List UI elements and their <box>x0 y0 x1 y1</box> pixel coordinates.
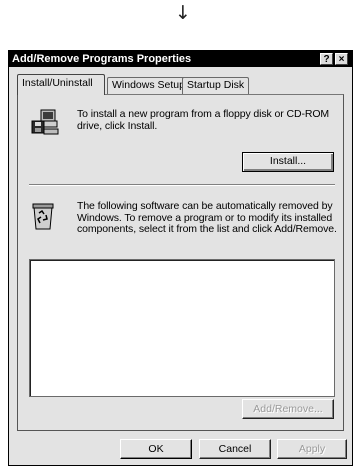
apply-button-label: Apply <box>298 443 326 455</box>
install-button-label: Install... <box>269 155 307 167</box>
tab-label: Startup Disk <box>187 79 245 91</box>
ok-button-label: OK <box>148 443 164 455</box>
cancel-button[interactable]: Cancel <box>199 439 271 459</box>
ok-button[interactable]: OK <box>120 439 192 459</box>
add-remove-button[interactable]: Add/Remove... <box>242 399 334 419</box>
installed-programs-list[interactable] <box>29 259 335 397</box>
install-button[interactable]: Install... <box>242 152 334 172</box>
down-arrow: ↓ <box>175 2 191 24</box>
tab-install-uninstall[interactable]: Install/Uninstall <box>17 74 105 95</box>
apply-button[interactable]: Apply <box>277 439 347 459</box>
add-remove-programs-dialog: Add/Remove Programs Properties ? × Windo… <box>8 50 353 466</box>
recycle-bin-icon <box>32 203 54 230</box>
tab-startup-disk[interactable]: Startup Disk <box>182 77 250 94</box>
uninstall-description: The following software can be automatica… <box>77 200 337 235</box>
close-button[interactable]: × <box>335 53 348 65</box>
tab-label: Windows Setup <box>112 79 185 91</box>
tab-windows-setup[interactable]: Windows Setup <box>107 77 190 94</box>
add-remove-button-label: Add/Remove... <box>253 403 323 415</box>
title-bar[interactable]: Add/Remove Programs Properties ? × <box>9 51 352 67</box>
floppy-computer-icon <box>31 109 59 135</box>
tab-label: Install/Uninstall <box>22 77 93 89</box>
cancel-button-label: Cancel <box>218 443 252 455</box>
help-button[interactable]: ? <box>320 53 333 65</box>
section-divider <box>29 184 335 186</box>
install-description: To install a new program from a floppy d… <box>77 108 330 132</box>
window-title: Add/Remove Programs Properties <box>12 53 192 65</box>
